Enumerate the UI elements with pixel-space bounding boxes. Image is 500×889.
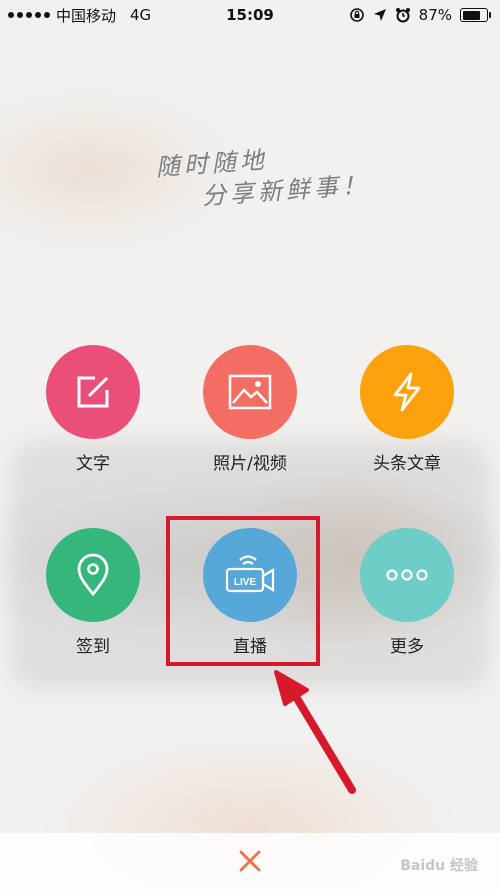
annotation-arrow	[274, 670, 356, 794]
watermark: Baidu 经验	[400, 858, 478, 874]
close-icon	[239, 850, 261, 872]
close-button[interactable]	[230, 841, 270, 881]
